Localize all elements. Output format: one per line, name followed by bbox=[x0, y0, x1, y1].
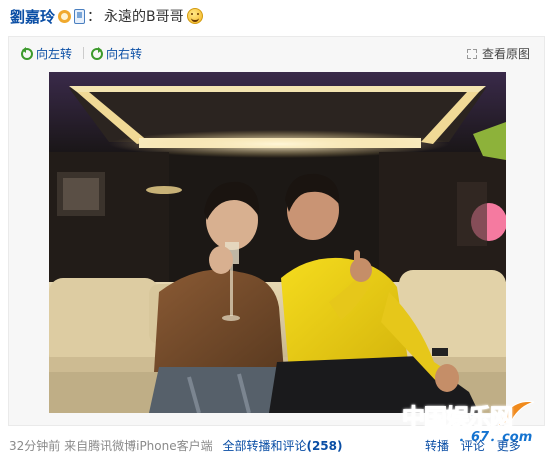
mobile-post-icon bbox=[74, 8, 86, 24]
verified-badge-icon bbox=[58, 9, 72, 23]
post-text: 永遠的B哥哥 bbox=[104, 9, 184, 25]
post-header: 劉嘉玲 ： 永遠的B哥哥 bbox=[10, 4, 203, 28]
all-reposts-link[interactable]: 全部转播和评论(258) bbox=[222, 439, 342, 453]
more-button[interactable]: 更多 bbox=[497, 439, 521, 453]
post-meta: 32分钟前 来自腾讯微博iPhone客户端 全部转播和评论(258) bbox=[9, 437, 343, 454]
repost-button[interactable]: 转播 bbox=[425, 439, 449, 453]
view-original-button[interactable]: 查看原图 bbox=[467, 45, 530, 62]
rotate-left-button[interactable]: 向左转 bbox=[21, 45, 72, 62]
rotate-left-label: 向左转 bbox=[36, 47, 73, 61]
all-reposts-count: (258) bbox=[306, 439, 343, 453]
toolbar-divider bbox=[83, 47, 84, 59]
rotate-left-icon bbox=[21, 46, 33, 60]
expand-icon bbox=[467, 48, 477, 59]
photo-illustration bbox=[49, 72, 506, 413]
rotate-right-button[interactable]: 向右转 bbox=[91, 45, 142, 62]
all-reposts-label: 全部转播和评论 bbox=[222, 439, 307, 453]
comment-button[interactable]: 评论 bbox=[461, 439, 485, 453]
media-box: 向左转 向右转 查看原图 bbox=[8, 36, 545, 426]
post-time: 32分钟前 bbox=[9, 439, 61, 453]
rotate-right-label: 向右转 bbox=[106, 47, 143, 61]
post-photo[interactable] bbox=[49, 72, 506, 413]
view-original-label: 查看原图 bbox=[482, 47, 531, 61]
rotate-right-icon bbox=[91, 46, 103, 60]
image-toolbar: 向左转 向右转 查看原图 bbox=[9, 37, 544, 69]
smile-icon bbox=[186, 8, 203, 24]
post-source[interactable]: 来自腾讯微博iPhone客户端 bbox=[64, 439, 213, 453]
post-colon: ： bbox=[87, 9, 102, 25]
post-actions: 转播 评论 更多 bbox=[425, 437, 529, 454]
author-name[interactable]: 劉嘉玲 bbox=[10, 6, 55, 27]
post-footer: 32分钟前 来自腾讯微博iPhone客户端 全部转播和评论(258) 转播 评论… bbox=[0, 434, 550, 454]
